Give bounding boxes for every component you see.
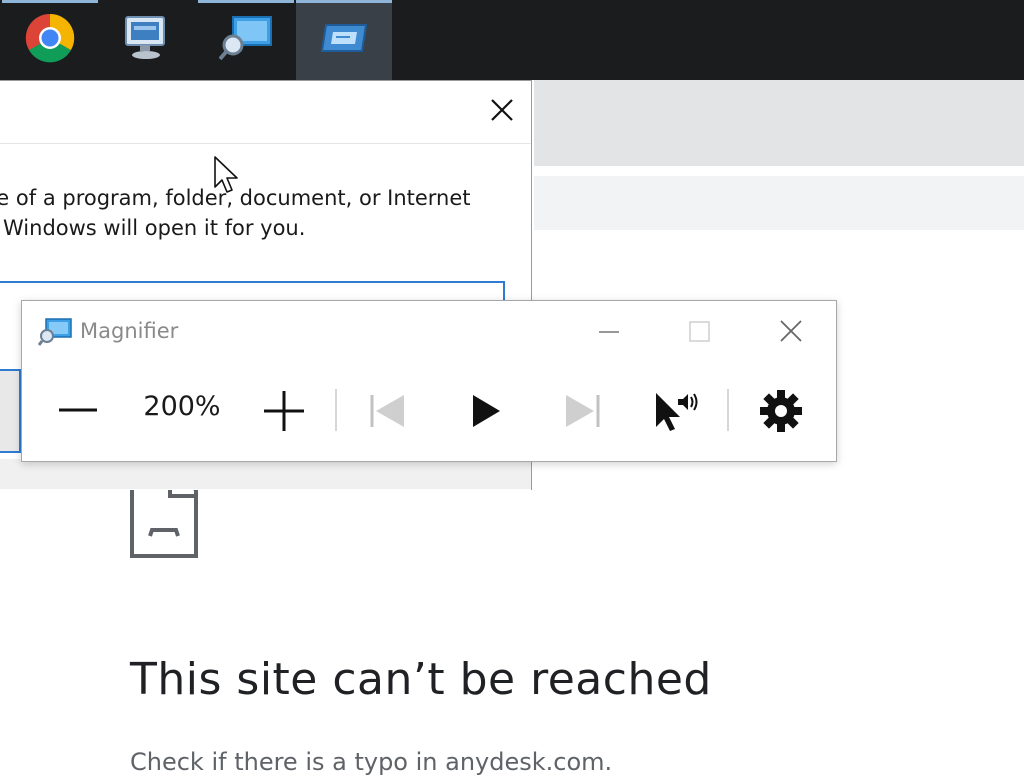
ok-button[interactable] bbox=[0, 369, 21, 453]
zoom-out-button[interactable] bbox=[56, 387, 100, 435]
close-button[interactable] bbox=[487, 95, 517, 125]
taskbar-chrome-button[interactable] bbox=[2, 0, 98, 80]
run-description: ne of a program, folder, document, or In… bbox=[0, 183, 543, 243]
taskbar-run-button[interactable] bbox=[296, 0, 392, 80]
zoom-in-button[interactable] bbox=[262, 387, 306, 439]
toolbar-separator bbox=[727, 389, 729, 431]
browser-tab-strip bbox=[534, 80, 1024, 166]
next-button[interactable] bbox=[562, 387, 602, 439]
chrome-icon bbox=[25, 13, 75, 67]
minimize-button[interactable] bbox=[592, 315, 626, 349]
magnifier-icon bbox=[218, 15, 273, 65]
minimize-icon bbox=[599, 331, 619, 333]
gear-icon bbox=[760, 390, 802, 432]
taskbar-network-button[interactable] bbox=[98, 0, 194, 80]
taskbar-magnifier-button[interactable] bbox=[198, 0, 294, 80]
network-computer-icon bbox=[120, 15, 172, 65]
play-button[interactable] bbox=[470, 387, 504, 439]
play-icon bbox=[473, 395, 500, 427]
skip-back-icon bbox=[370, 395, 404, 427]
run-icon bbox=[320, 21, 368, 59]
zoom-level: 200% bbox=[143, 391, 221, 422]
taskbar-running-indicator bbox=[2, 0, 98, 3]
maximize-icon bbox=[689, 321, 710, 342]
read-from-pointer-icon bbox=[656, 393, 698, 431]
close-icon bbox=[491, 99, 513, 121]
magnifier-title: Magnifier bbox=[80, 319, 179, 343]
close-icon bbox=[780, 320, 802, 342]
plus-icon bbox=[264, 391, 304, 431]
toolbar-separator bbox=[335, 389, 337, 431]
minus-icon bbox=[59, 408, 97, 412]
read-from-here-button[interactable] bbox=[652, 387, 700, 439]
taskbar bbox=[0, 0, 1024, 80]
error-body: Check if there is a typo in anydesk.com. bbox=[130, 748, 613, 776]
close-button[interactable] bbox=[774, 315, 808, 349]
taskbar-running-indicator bbox=[198, 0, 294, 3]
error-title: This site can’t be reached bbox=[130, 654, 712, 705]
skip-forward-icon bbox=[566, 395, 600, 427]
run-description-line-2: d Windows will open it for you. bbox=[0, 216, 306, 240]
maximize-button[interactable] bbox=[682, 315, 716, 349]
taskbar-running-indicator bbox=[296, 0, 392, 3]
browser-address-bar[interactable] bbox=[534, 176, 1024, 230]
mouse-pointer-icon bbox=[213, 155, 241, 199]
run-dialog-titlebar bbox=[0, 81, 531, 143]
previous-button[interactable] bbox=[368, 387, 408, 439]
magnifier-app-icon bbox=[37, 318, 72, 350]
run-dialog-footer bbox=[0, 459, 531, 489]
settings-button[interactable] bbox=[758, 387, 804, 439]
magnifier-window: Magnifier 200% bbox=[21, 300, 837, 462]
